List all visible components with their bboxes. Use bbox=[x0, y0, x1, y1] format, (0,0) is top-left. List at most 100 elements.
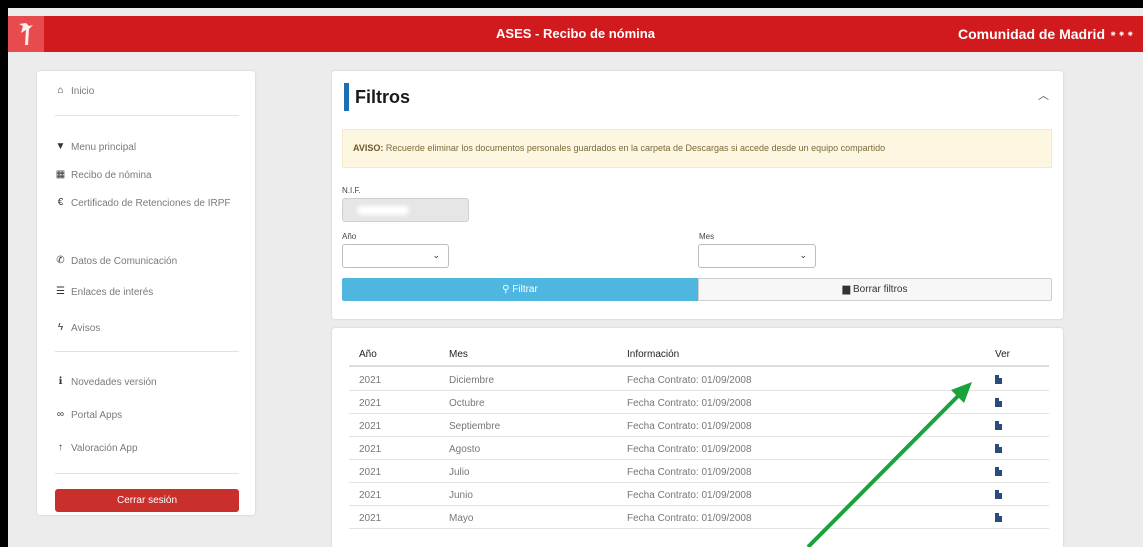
clear-filters-button[interactable]: ▆ Borrar filtros bbox=[698, 278, 1052, 301]
table-row: 2021 Agosto Fecha Contrato: 01/09/2008 bbox=[349, 438, 1049, 460]
month-label: Mes bbox=[699, 232, 715, 241]
header-month: Mes bbox=[449, 349, 468, 360]
brand-stars-icon: ⁕⁕⁕ bbox=[1109, 29, 1135, 39]
header-view: Ver bbox=[995, 349, 1011, 360]
cell-info: Fecha Contrato: 01/09/2008 bbox=[627, 421, 752, 432]
sidebar-item-label: Enlaces de interés bbox=[71, 287, 154, 298]
sidebar-item-label: Certificado de Retenciones de IRPF bbox=[71, 198, 231, 209]
redacted-nif-value bbox=[357, 206, 409, 215]
cell-month: Mayo bbox=[449, 513, 474, 524]
title-accent-bar bbox=[344, 83, 349, 111]
results-table: Año Mes Información Ver 2021 Diciembre F… bbox=[332, 328, 1063, 547]
filter-button[interactable]: ⚲ Filtrar bbox=[342, 278, 698, 301]
euro-icon: € bbox=[57, 197, 64, 208]
thumbs-up-icon: ↑ bbox=[58, 442, 63, 453]
cell-year: 2021 bbox=[359, 375, 382, 386]
sidebar-item-label: Inicio bbox=[71, 86, 95, 97]
filters-title: Filtros bbox=[355, 87, 411, 107]
info-icon: ℹ bbox=[58, 376, 63, 387]
cell-month: Diciembre bbox=[449, 375, 495, 386]
cell-info: Fecha Contrato: 01/09/2008 bbox=[627, 513, 752, 524]
filter-icon: ▼ bbox=[55, 141, 66, 152]
sidebar-divider bbox=[55, 115, 239, 116]
sidebar-divider bbox=[55, 351, 239, 352]
sidebar-divider bbox=[55, 473, 239, 474]
view-document-icon[interactable] bbox=[995, 421, 1002, 433]
table-row: 2021 Julio Fecha Contrato: 01/09/2008 bbox=[349, 461, 1049, 483]
notice-banner: AVISO: Recuerde eliminar los documentos … bbox=[342, 129, 1052, 168]
sidebar-item-label: Recibo de nómina bbox=[71, 170, 152, 181]
browser-page: ASES - Recibo de nómina Comunidad de Mad… bbox=[8, 8, 1143, 547]
sidebar-item-label: Datos de Comunicación bbox=[71, 256, 178, 267]
cell-month: Agosto bbox=[449, 444, 481, 455]
sidebar-item-novedades[interactable]: ℹ Novedades versión bbox=[55, 376, 157, 389]
notice-label: AVISO: bbox=[353, 143, 384, 153]
cell-year: 2021 bbox=[359, 421, 382, 432]
calendar-icon: ▦ bbox=[55, 169, 66, 180]
link-icon: ∞ bbox=[56, 409, 65, 420]
sidebar: ⌂ Inicio ▼ Menu principal ▦ Recibo de nó… bbox=[37, 71, 255, 515]
cell-year: 2021 bbox=[359, 444, 382, 455]
cell-info: Fecha Contrato: 01/09/2008 bbox=[627, 375, 752, 386]
sidebar-item-enlaces[interactable]: ☰ Enlaces de interés bbox=[55, 286, 153, 299]
nif-field bbox=[342, 198, 469, 222]
cell-month: Junio bbox=[449, 490, 473, 501]
table-row: 2021 Diciembre Fecha Contrato: 01/09/200… bbox=[349, 369, 1049, 391]
logout-button[interactable]: Cerrar sesión bbox=[55, 489, 239, 512]
view-document-icon[interactable] bbox=[995, 375, 1002, 387]
collapse-chevron-up-icon[interactable]: ︿ bbox=[1038, 87, 1049, 103]
sidebar-item-avisos[interactable]: ϟ Avisos bbox=[55, 322, 100, 335]
app-header: ASES - Recibo de nómina Comunidad de Mad… bbox=[8, 16, 1143, 52]
trash-icon: ▆ bbox=[842, 284, 851, 295]
sidebar-item-portal-apps[interactable]: ∞ Portal Apps bbox=[55, 409, 122, 422]
year-select[interactable]: ⌄ bbox=[342, 244, 449, 268]
sidebar-item-label: Menu principal bbox=[71, 142, 137, 153]
view-document-icon[interactable] bbox=[995, 444, 1002, 456]
nif-label: N.I.F. bbox=[342, 186, 361, 195]
cell-info: Fecha Contrato: 01/09/2008 bbox=[627, 467, 752, 478]
view-document-icon[interactable] bbox=[995, 490, 1002, 502]
sidebar-item-label: Portal Apps bbox=[71, 410, 123, 421]
table-row: 2021 Junio Fecha Contrato: 01/09/2008 bbox=[349, 484, 1049, 506]
sidebar-item-recibo-nomina[interactable]: ▦ Recibo de nómina bbox=[55, 169, 152, 182]
sidebar-item-label: Novedades versión bbox=[71, 377, 157, 388]
table-row: 2021 Mayo Fecha Contrato: 01/09/2008 bbox=[349, 507, 1049, 529]
view-document-icon[interactable] bbox=[995, 513, 1002, 525]
view-document-icon[interactable] bbox=[995, 398, 1002, 410]
header-info: Información bbox=[627, 349, 680, 360]
filter-button-label: Filtrar bbox=[512, 284, 538, 295]
sidebar-item-valoracion[interactable]: ↑ Valoración App bbox=[55, 442, 138, 455]
sidebar-item-label: Avisos bbox=[71, 323, 101, 334]
table-row: 2021 Octubre Fecha Contrato: 01/09/2008 bbox=[349, 392, 1049, 414]
brand-name: Comunidad de Madrid bbox=[958, 26, 1105, 42]
cell-info: Fecha Contrato: 01/09/2008 bbox=[627, 398, 752, 409]
sidebar-item-certificado-irpf[interactable]: € Certificado de Retenciones de IRPF bbox=[55, 197, 245, 210]
cell-info: Fecha Contrato: 01/09/2008 bbox=[627, 444, 752, 455]
notice-text: Recuerde eliminar los documentos persona… bbox=[383, 143, 886, 153]
view-document-icon[interactable] bbox=[995, 467, 1002, 479]
header-year: Año bbox=[359, 349, 377, 360]
bolt-icon: ϟ bbox=[57, 322, 64, 333]
year-label: Año bbox=[342, 232, 357, 241]
search-icon: ⚲ bbox=[502, 284, 510, 295]
clear-filters-label: Borrar filtros bbox=[853, 284, 908, 295]
cell-year: 2021 bbox=[359, 398, 382, 409]
sidebar-item-label: Valoración App bbox=[71, 443, 138, 454]
phone-icon: ✆ bbox=[56, 255, 65, 266]
sidebar-item-inicio[interactable]: ⌂ Inicio bbox=[55, 85, 94, 98]
sidebar-item-menu-principal[interactable]: ▼ Menu principal bbox=[55, 141, 137, 154]
sidebar-item-datos-comunicacion[interactable]: ✆ Datos de Comunicación bbox=[55, 255, 177, 268]
chevron-down-icon: ⌄ bbox=[799, 250, 807, 260]
cell-month: Julio bbox=[449, 467, 470, 478]
cell-info: Fecha Contrato: 01/09/2008 bbox=[627, 490, 752, 501]
list-icon: ☰ bbox=[56, 286, 65, 297]
cell-year: 2021 bbox=[359, 513, 382, 524]
table-row: 2021 Septiembre Fecha Contrato: 01/09/20… bbox=[349, 415, 1049, 437]
home-icon: ⌂ bbox=[57, 85, 64, 96]
filters-panel: Filtros ︿ AVISO: Recuerde eliminar los d… bbox=[332, 71, 1063, 319]
cell-month: Octubre bbox=[449, 398, 485, 409]
chevron-down-icon: ⌄ bbox=[432, 250, 440, 260]
cell-year: 2021 bbox=[359, 467, 382, 478]
month-select[interactable]: ⌄ bbox=[698, 244, 816, 268]
cell-month: Septiembre bbox=[449, 421, 501, 432]
